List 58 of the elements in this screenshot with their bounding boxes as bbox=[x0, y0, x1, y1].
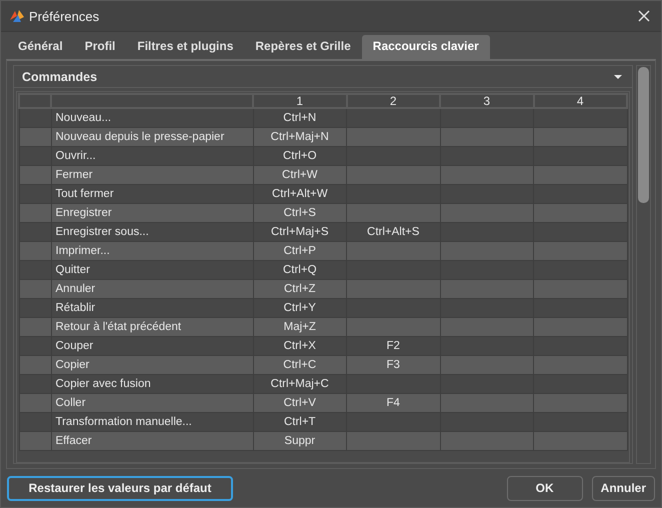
tab[interactable]: Filtres et plugins bbox=[126, 35, 244, 59]
table-cell: Imprimer... bbox=[51, 242, 253, 260]
table-cell: Ouvrir... bbox=[51, 146, 253, 166]
column-header: 3 bbox=[440, 94, 534, 108]
button[interactable]: OK bbox=[506, 476, 583, 500]
caret-icon bbox=[614, 74, 622, 78]
table-cell: Nouveau... bbox=[51, 108, 253, 128]
column-header: 1 bbox=[253, 94, 346, 108]
table-cell: Copier bbox=[51, 356, 253, 374]
table-cell[interactable]: Ctrl+Q bbox=[253, 260, 346, 280]
table-cell[interactable]: Ctrl+X bbox=[253, 336, 346, 356]
close-icon bbox=[638, 10, 650, 22]
section-header[interactable]: Commandes bbox=[14, 66, 632, 88]
button[interactable]: Annuler bbox=[592, 476, 655, 500]
column-header: 4 bbox=[534, 94, 627, 108]
table-cell[interactable]: F2 bbox=[346, 336, 440, 356]
table-cell[interactable]: Ctrl+W bbox=[253, 166, 346, 184]
table-cell: Transformation manuelle... bbox=[51, 412, 253, 432]
table-cell[interactable]: Ctrl+C bbox=[253, 356, 346, 374]
button[interactable]: Restaurer les valeurs par défaut bbox=[7, 476, 233, 500]
table-cell: Rétablir bbox=[51, 298, 253, 318]
table-cell: Retour à l'état précédent bbox=[51, 318, 253, 336]
table-cell: Enregistrer sous... bbox=[51, 222, 253, 242]
tab[interactable]: Repères et Grille bbox=[244, 35, 362, 59]
table-cell[interactable]: Ctrl+Alt+W bbox=[253, 184, 346, 204]
table-cell[interactable]: Ctrl+P bbox=[253, 242, 346, 260]
table-cell: Copier avec fusion bbox=[51, 374, 253, 394]
table-cell[interactable]: Suppr bbox=[253, 432, 346, 450]
table-cell[interactable]: Ctrl+O bbox=[253, 146, 346, 166]
table-cell: Enregistrer bbox=[51, 204, 253, 222]
table-cell[interactable]: Ctrl+Alt+S bbox=[346, 222, 440, 242]
tab[interactable]: Profil bbox=[74, 35, 126, 59]
table-cell[interactable]: F3 bbox=[346, 356, 440, 374]
tab[interactable]: Général bbox=[7, 35, 74, 59]
table-cell: Coller bbox=[51, 394, 253, 412]
app-logo-icon bbox=[9, 8, 25, 24]
table-cell[interactable]: Maj+Z bbox=[253, 318, 346, 336]
table-cell[interactable]: Ctrl+V bbox=[253, 394, 346, 412]
table-cell[interactable]: Ctrl+Maj+S bbox=[253, 222, 346, 242]
table-cell[interactable]: Ctrl+Maj+N bbox=[253, 128, 346, 146]
window-title: Préférences bbox=[29, 8, 100, 24]
table-cell: Fermer bbox=[51, 166, 253, 184]
tab[interactable]: Raccourcis clavier bbox=[362, 35, 490, 59]
table-cell: Quitter bbox=[51, 260, 253, 280]
table-cell[interactable]: Ctrl+Maj+C bbox=[253, 374, 346, 394]
table-cell[interactable]: Ctrl+T bbox=[253, 412, 346, 432]
table-cell: Nouveau depuis le presse-papier bbox=[51, 128, 253, 146]
table-cell[interactable]: Ctrl+Z bbox=[253, 280, 346, 298]
scrollbar-thumb[interactable] bbox=[638, 67, 649, 203]
table-cell: Effacer bbox=[51, 432, 253, 450]
table-cell: Annuler bbox=[51, 280, 253, 298]
table-cell[interactable]: F4 bbox=[346, 394, 440, 412]
table-cell[interactable]: Ctrl+N bbox=[253, 108, 346, 128]
table-cell: Tout fermer bbox=[51, 184, 253, 204]
table-cell[interactable]: Ctrl+S bbox=[253, 204, 346, 222]
table-cell: Couper bbox=[51, 336, 253, 356]
column-header: 2 bbox=[346, 94, 440, 108]
table-cell[interactable]: Ctrl+Y bbox=[253, 298, 346, 318]
